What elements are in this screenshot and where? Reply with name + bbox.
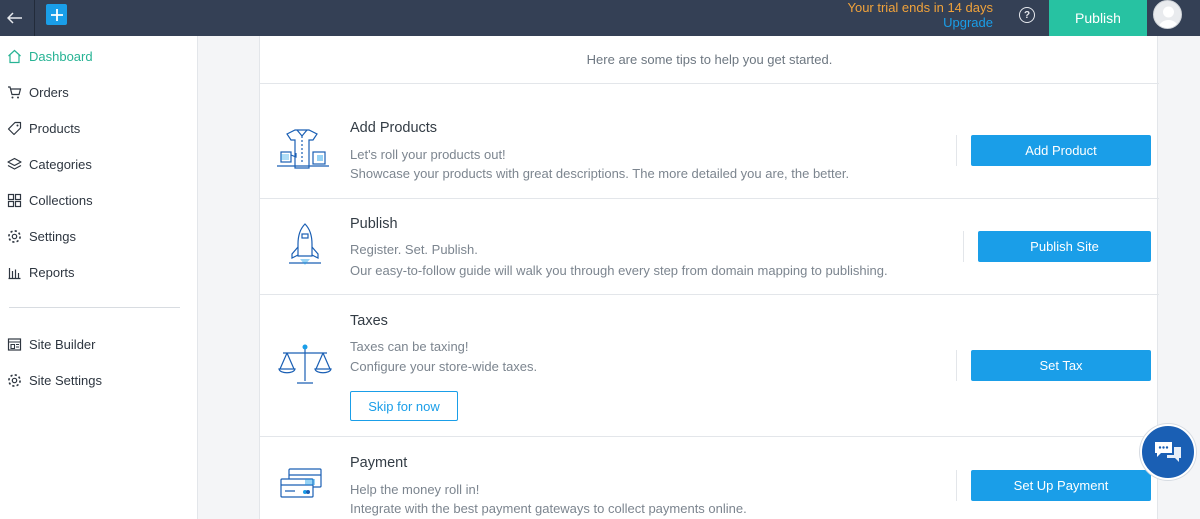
sidebar-item-products[interactable]: Products <box>0 114 197 142</box>
grid-icon <box>6 192 22 208</box>
product-boxes-icon <box>277 129 329 169</box>
add-button[interactable] <box>46 4 67 25</box>
rocket-icon <box>289 223 321 265</box>
gear-icon <box>6 372 22 388</box>
row-divider <box>963 231 964 262</box>
task-row-taxes: Taxes Taxes can be taxing! Configure you… <box>260 295 1159 437</box>
skip-for-now-button[interactable]: Skip for now <box>350 391 458 421</box>
set-tax-button[interactable]: Set Tax <box>971 350 1151 381</box>
top-bar: Your trial ends in 14 days Upgrade ? Pub… <box>0 0 1200 36</box>
task-description: Configure your store-wide taxes. <box>350 359 538 374</box>
payment-cards-icon <box>280 468 322 498</box>
set-up-payment-button[interactable]: Set Up Payment <box>971 470 1151 501</box>
task-description: Showcase your products with great descri… <box>350 166 850 181</box>
task-row-payment: Payment Help the money roll in! Integrat… <box>260 437 1159 519</box>
trial-text: Your trial ends in 14 days <box>847 0 993 15</box>
topbar-divider <box>34 0 35 36</box>
tag-icon <box>6 120 22 136</box>
task-row-publish: Publish Register. Set. Publish. Our easy… <box>260 199 1159 295</box>
sidebar-item-site-builder[interactable]: Site Builder <box>0 330 197 358</box>
task-title: Payment <box>350 455 408 471</box>
sidebar-item-settings[interactable]: Settings <box>0 222 197 250</box>
sidebar-item-label: Dashboard <box>29 48 93 64</box>
sidebar-item-label: Reports <box>29 264 75 280</box>
sidebar-item-site-settings[interactable]: Site Settings <box>0 366 197 394</box>
sidebar-item-label: Collections <box>29 192 93 208</box>
user-avatar-icon <box>1158 6 1179 28</box>
row-divider <box>956 135 957 166</box>
publish-button[interactable]: Publish <box>1049 0 1147 36</box>
task-subtitle: Help the money roll in! <box>350 482 480 497</box>
avatar[interactable] <box>1153 0 1182 29</box>
task-title: Add Products <box>350 120 438 136</box>
arrow-left-icon <box>7 12 22 24</box>
task-description: Integrate with the best payment gateways… <box>350 501 747 516</box>
chat-bubbles-icon <box>1155 442 1181 462</box>
add-product-button[interactable]: Add Product <box>971 135 1151 166</box>
upgrade-link[interactable]: Upgrade <box>847 15 993 30</box>
sidebar-item-label: Products <box>29 120 81 136</box>
task-subtitle: Let's roll your products out! <box>350 147 506 162</box>
sidebar-item-label: Site Settings <box>29 372 102 388</box>
layers-icon <box>6 156 22 172</box>
scales-icon <box>278 344 332 384</box>
back-button[interactable] <box>0 0 30 36</box>
sidebar-item-label: Orders <box>29 84 69 100</box>
row-divider <box>956 470 957 501</box>
plus-icon <box>50 8 63 21</box>
bar-chart-icon <box>6 264 22 280</box>
task-title: Publish <box>350 216 398 232</box>
home-icon <box>6 48 22 64</box>
cart-icon <box>6 84 22 100</box>
task-row-add-products: Add Products Let's roll your products ou… <box>260 84 1159 199</box>
site-builder-icon <box>6 336 22 352</box>
trial-notice: Your trial ends in 14 days Upgrade <box>847 0 993 30</box>
help-button[interactable]: ? <box>1019 7 1035 23</box>
publish-site-button[interactable]: Publish Site <box>978 231 1151 262</box>
row-divider <box>956 350 957 381</box>
sidebar-item-dashboard[interactable]: Dashboard <box>0 42 197 70</box>
gear-icon <box>6 228 22 244</box>
sidebar-item-categories[interactable]: Categories <box>0 150 197 178</box>
getting-started-card: Here are some tips to help you get start… <box>259 36 1159 519</box>
sidebar-item-reports[interactable]: Reports <box>0 258 197 286</box>
sidebar-item-label: Settings <box>29 228 76 244</box>
task-subtitle: Register. Set. Publish. <box>350 242 478 257</box>
task-description: Our easy-to-follow guide will walk you t… <box>350 263 888 278</box>
sidebar-item-orders[interactable]: Orders <box>0 78 197 106</box>
sidebar-item-label: Site Builder <box>29 336 96 352</box>
sidebar-divider <box>9 307 180 308</box>
sidebar: Dashboard Orders Products Categories Col… <box>0 36 198 519</box>
task-subtitle: Taxes can be taxing! <box>350 339 469 354</box>
sidebar-item-label: Categories <box>29 156 92 172</box>
question-circle-icon: ? <box>1023 9 1031 21</box>
sidebar-item-collections[interactable]: Collections <box>0 186 197 214</box>
task-title: Taxes <box>350 313 388 329</box>
tips-heading: Here are some tips to help you get start… <box>260 36 1159 84</box>
chat-launcher-button[interactable] <box>1140 424 1196 480</box>
